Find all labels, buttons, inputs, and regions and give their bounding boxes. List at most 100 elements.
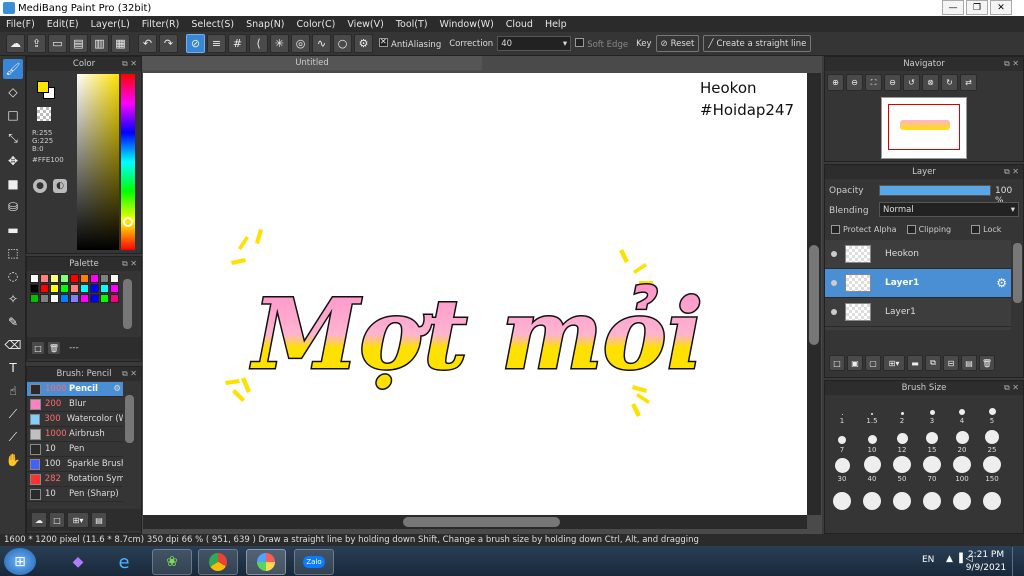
- palette-swatch[interactable]: [110, 284, 119, 293]
- straight-line-button[interactable]: ╱ Create a straight line: [703, 35, 812, 52]
- brush-size-option[interactable]: [829, 485, 855, 512]
- palette-swatch[interactable]: [70, 274, 79, 283]
- layer-row[interactable]: Layer1 ⚙: [825, 269, 1011, 298]
- menu-cloud[interactable]: Cloud: [500, 19, 539, 30]
- bucket-tool-icon[interactable]: ⛁: [3, 197, 23, 217]
- brush-size-option[interactable]: 4: [949, 398, 975, 425]
- palette-swatch[interactable]: [40, 284, 49, 293]
- brush-size-option[interactable]: 50: [889, 456, 915, 483]
- blur-tool-icon[interactable]: ⤡: [3, 128, 23, 148]
- palette-swatch[interactable]: [30, 274, 39, 283]
- select-rect-icon[interactable]: ⬚: [3, 243, 23, 263]
- eraser-tool-icon[interactable]: ◇: [3, 82, 23, 102]
- hue-handle[interactable]: [123, 217, 133, 227]
- new-halftone-layer-icon[interactable]: ▣: [847, 355, 863, 371]
- antialiasing-toggle[interactable]: AntiAliasing: [379, 37, 441, 50]
- palette-swatch[interactable]: [60, 284, 69, 293]
- snap-curve-icon[interactable]: ∿: [312, 34, 331, 53]
- fit-icon[interactable]: ⛶: [865, 74, 882, 91]
- palette-swatch[interactable]: [50, 294, 59, 303]
- chrome-icon[interactable]: [198, 549, 238, 575]
- magic-wand-icon[interactable]: ✧: [3, 289, 23, 309]
- cloud-icon[interactable]: ☁: [6, 34, 25, 53]
- brush-size-option[interactable]: [889, 485, 915, 512]
- duplicate-layer-icon[interactable]: ⧉: [925, 355, 941, 371]
- clock[interactable]: 2:21 PM 9/9/2021: [964, 549, 1008, 575]
- palette-swatch[interactable]: [90, 284, 99, 293]
- horizontal-scroll-thumb[interactable]: [403, 517, 560, 527]
- panel-buttons-icon[interactable]: ⧉ ✕: [1004, 165, 1019, 179]
- menu-view[interactable]: View(V): [341, 19, 389, 30]
- folder-icon[interactable]: ▬: [907, 355, 923, 371]
- brush-size-option[interactable]: 3: [919, 398, 945, 425]
- move-tool-icon[interactable]: ✥: [3, 151, 23, 171]
- brush-item[interactable]: 100 Sparkle Brush: [27, 457, 123, 472]
- gradient-tool-icon[interactable]: ▬: [3, 220, 23, 240]
- medibang-icon[interactable]: [246, 549, 286, 575]
- brush-item[interactable]: 1000 Airbrush: [27, 427, 123, 442]
- snap-grid-icon[interactable]: #: [228, 34, 247, 53]
- visual-studio-icon[interactable]: ◆: [58, 549, 98, 575]
- brush-size-option[interactable]: [919, 485, 945, 512]
- correction-select[interactable]: 40 ▾: [497, 36, 572, 51]
- menu-edit[interactable]: Edit(E): [41, 19, 85, 30]
- snap-perspective-icon[interactable]: ⟨: [249, 34, 268, 53]
- layer-row[interactable]: Layer1: [825, 298, 1011, 327]
- clipping-toggle[interactable]: Clipping: [906, 225, 951, 234]
- palette-swatch[interactable]: [80, 284, 89, 293]
- menu-color[interactable]: Color(C): [291, 19, 342, 30]
- brush-item[interactable]: 10 Pen (Sharp): [27, 487, 123, 502]
- brush-size-option[interactable]: 20: [949, 427, 975, 454]
- eye-icon[interactable]: [831, 251, 837, 257]
- brush-size-option[interactable]: 25: [979, 427, 1005, 454]
- brush-item[interactable]: 1000 Pencil ⚙: [27, 382, 123, 397]
- palette-swatch[interactable]: [60, 274, 69, 283]
- brush-size-option[interactable]: 7: [829, 427, 855, 454]
- palette-swatch[interactable]: [110, 274, 119, 283]
- rotate-right-icon[interactable]: ↻: [941, 74, 958, 91]
- opacity-slider[interactable]: [879, 185, 991, 196]
- palette-swatch[interactable]: [30, 284, 39, 293]
- document-tab[interactable]: Untitled: [142, 56, 482, 70]
- brush-size-option[interactable]: [859, 485, 885, 512]
- brush-settings-icon[interactable]: ▤: [91, 512, 107, 528]
- add-brush-icon[interactable]: □: [49, 512, 65, 528]
- gear-icon[interactable]: ⚙: [996, 276, 1007, 290]
- brush-size-option[interactable]: 10: [859, 427, 885, 454]
- brush-tool-icon[interactable]: 🖌: [3, 59, 23, 79]
- zoom-out-icon[interactable]: ⊖: [846, 74, 863, 91]
- drawing-canvas[interactable]: Heokon #Hoidap247 Mợt mỏi: [143, 73, 807, 515]
- brush-size-option[interactable]: 40: [859, 456, 885, 483]
- brush-item[interactable]: 200 Blur: [27, 397, 123, 412]
- palette-swatch[interactable]: [110, 294, 119, 303]
- lock-toggle[interactable]: Lock: [971, 225, 1001, 234]
- palette-swatch[interactable]: [100, 294, 109, 303]
- palette-swatch[interactable]: [50, 284, 59, 293]
- eye-icon[interactable]: [831, 309, 837, 315]
- zoom-minus-icon[interactable]: ⊖: [884, 74, 901, 91]
- brush-size-option[interactable]: 100: [949, 456, 975, 483]
- snap-circle-icon[interactable]: ○: [333, 34, 352, 53]
- internet-explorer-icon[interactable]: e: [104, 549, 144, 575]
- layer-scrollbar[interactable]: [1013, 243, 1022, 303]
- menu-window[interactable]: Window(W): [434, 19, 500, 30]
- rotate-left-icon[interactable]: ↺: [903, 74, 920, 91]
- menu-snap[interactable]: Snap(N): [240, 19, 290, 30]
- brush-size-option[interactable]: 15: [919, 427, 945, 454]
- redo-icon[interactable]: ↷: [159, 34, 178, 53]
- eye-icon[interactable]: [831, 280, 837, 286]
- undo-icon[interactable]: ↶: [138, 34, 157, 53]
- delete-layer-icon[interactable]: 🗑: [979, 355, 995, 371]
- panel-buttons-icon[interactable]: ⧉ ✕: [122, 257, 137, 271]
- comment-icon[interactable]: ▭: [48, 34, 67, 53]
- cloud-brush-icon[interactable]: ☁: [31, 512, 47, 528]
- app-launcher-icon[interactable]: ❀: [152, 549, 192, 575]
- shape-fill-icon[interactable]: ■: [3, 174, 23, 194]
- brush-size-option[interactable]: 5: [979, 398, 1005, 425]
- panel-buttons-icon[interactable]: ⧉ ✕: [122, 57, 137, 71]
- panel-buttons-icon[interactable]: ⧉ ✕: [1004, 57, 1019, 71]
- menu-filter[interactable]: Filter(R): [136, 19, 186, 30]
- brush-scrollbar[interactable]: [125, 395, 134, 443]
- palette-swatch[interactable]: [100, 284, 109, 293]
- snap-parallel-icon[interactable]: ≡: [207, 34, 226, 53]
